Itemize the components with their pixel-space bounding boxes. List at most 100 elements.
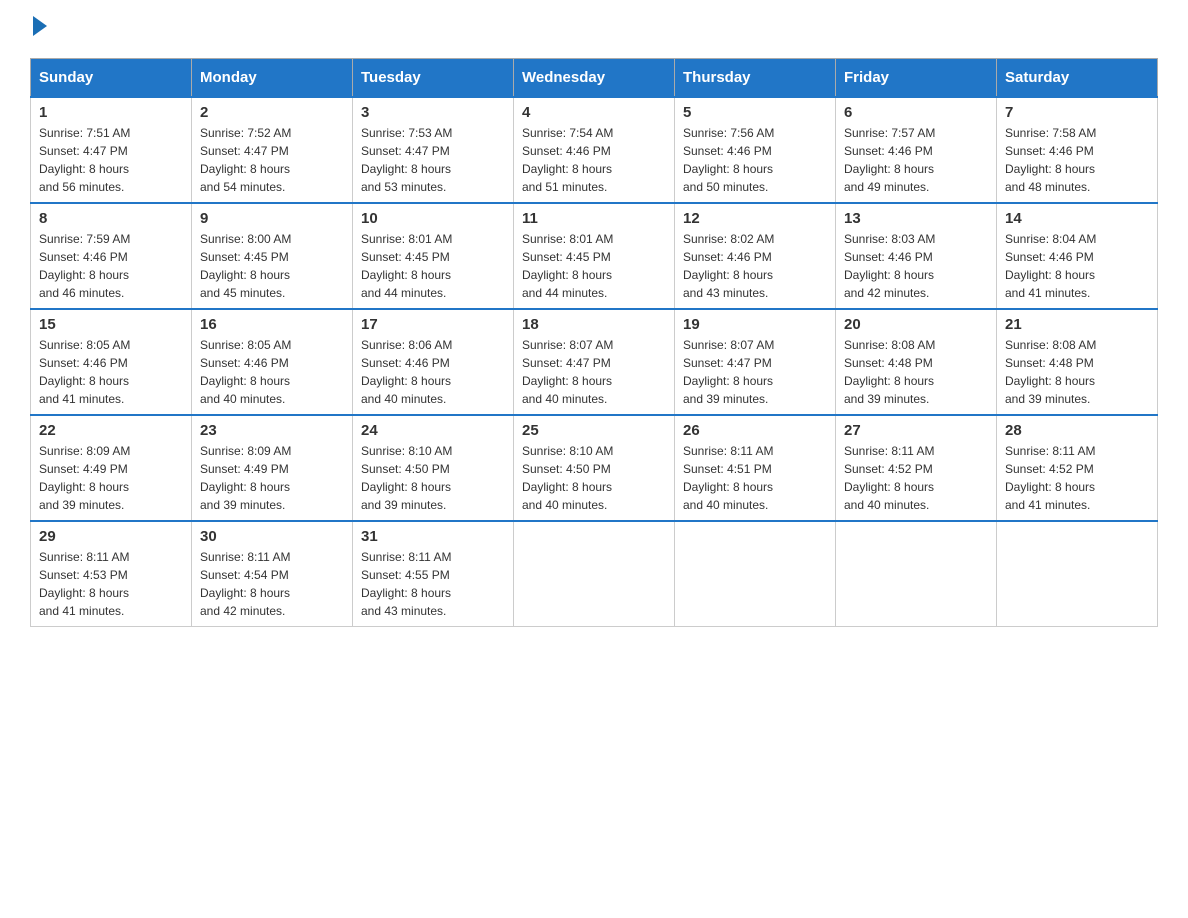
calendar-cell: 27 Sunrise: 8:11 AM Sunset: 4:52 PM Dayl… <box>836 415 997 521</box>
header-day-saturday: Saturday <box>997 59 1158 98</box>
calendar-cell: 20 Sunrise: 8:08 AM Sunset: 4:48 PM Dayl… <box>836 309 997 415</box>
day-number: 3 <box>361 104 505 121</box>
header-day-friday: Friday <box>836 59 997 98</box>
logo-arrow-icon <box>33 16 47 36</box>
day-info: Sunrise: 7:58 AM Sunset: 4:46 PM Dayligh… <box>1005 124 1149 196</box>
day-number: 21 <box>1005 316 1149 333</box>
day-number: 1 <box>39 104 183 121</box>
day-number: 23 <box>200 422 344 439</box>
day-info: Sunrise: 7:57 AM Sunset: 4:46 PM Dayligh… <box>844 124 988 196</box>
day-number: 30 <box>200 528 344 545</box>
day-info: Sunrise: 8:10 AM Sunset: 4:50 PM Dayligh… <box>522 442 666 514</box>
calendar-cell: 26 Sunrise: 8:11 AM Sunset: 4:51 PM Dayl… <box>675 415 836 521</box>
day-info: Sunrise: 8:07 AM Sunset: 4:47 PM Dayligh… <box>683 336 827 408</box>
calendar-cell: 23 Sunrise: 8:09 AM Sunset: 4:49 PM Dayl… <box>192 415 353 521</box>
day-info: Sunrise: 8:01 AM Sunset: 4:45 PM Dayligh… <box>522 230 666 302</box>
day-number: 27 <box>844 422 988 439</box>
header-day-tuesday: Tuesday <box>353 59 514 98</box>
calendar-cell: 24 Sunrise: 8:10 AM Sunset: 4:50 PM Dayl… <box>353 415 514 521</box>
day-number: 14 <box>1005 210 1149 227</box>
calendar-week-2: 8 Sunrise: 7:59 AM Sunset: 4:46 PM Dayli… <box>31 203 1158 309</box>
day-number: 4 <box>522 104 666 121</box>
calendar-cell: 30 Sunrise: 8:11 AM Sunset: 4:54 PM Dayl… <box>192 521 353 627</box>
day-info: Sunrise: 8:05 AM Sunset: 4:46 PM Dayligh… <box>39 336 183 408</box>
day-number: 18 <box>522 316 666 333</box>
day-number: 7 <box>1005 104 1149 121</box>
calendar-cell: 7 Sunrise: 7:58 AM Sunset: 4:46 PM Dayli… <box>997 97 1158 203</box>
calendar-cell: 4 Sunrise: 7:54 AM Sunset: 4:46 PM Dayli… <box>514 97 675 203</box>
day-number: 28 <box>1005 422 1149 439</box>
calendar-cell: 12 Sunrise: 8:02 AM Sunset: 4:46 PM Dayl… <box>675 203 836 309</box>
header-day-thursday: Thursday <box>675 59 836 98</box>
calendar-cell: 5 Sunrise: 7:56 AM Sunset: 4:46 PM Dayli… <box>675 97 836 203</box>
day-number: 20 <box>844 316 988 333</box>
calendar-cell: 22 Sunrise: 8:09 AM Sunset: 4:49 PM Dayl… <box>31 415 192 521</box>
calendar-cell: 17 Sunrise: 8:06 AM Sunset: 4:46 PM Dayl… <box>353 309 514 415</box>
calendar-cell <box>675 521 836 627</box>
day-info: Sunrise: 8:11 AM Sunset: 4:53 PM Dayligh… <box>39 548 183 620</box>
calendar-cell: 2 Sunrise: 7:52 AM Sunset: 4:47 PM Dayli… <box>192 97 353 203</box>
calendar-week-1: 1 Sunrise: 7:51 AM Sunset: 4:47 PM Dayli… <box>31 97 1158 203</box>
page-header <box>30 20 1158 38</box>
day-number: 13 <box>844 210 988 227</box>
calendar-header-row: SundayMondayTuesdayWednesdayThursdayFrid… <box>31 59 1158 98</box>
day-info: Sunrise: 8:07 AM Sunset: 4:47 PM Dayligh… <box>522 336 666 408</box>
calendar-week-4: 22 Sunrise: 8:09 AM Sunset: 4:49 PM Dayl… <box>31 415 1158 521</box>
calendar-cell: 19 Sunrise: 8:07 AM Sunset: 4:47 PM Dayl… <box>675 309 836 415</box>
day-number: 8 <box>39 210 183 227</box>
day-info: Sunrise: 8:11 AM Sunset: 4:54 PM Dayligh… <box>200 548 344 620</box>
calendar-cell: 31 Sunrise: 8:11 AM Sunset: 4:55 PM Dayl… <box>353 521 514 627</box>
calendar-week-3: 15 Sunrise: 8:05 AM Sunset: 4:46 PM Dayl… <box>31 309 1158 415</box>
calendar-cell: 9 Sunrise: 8:00 AM Sunset: 4:45 PM Dayli… <box>192 203 353 309</box>
calendar-cell: 10 Sunrise: 8:01 AM Sunset: 4:45 PM Dayl… <box>353 203 514 309</box>
day-info: Sunrise: 8:09 AM Sunset: 4:49 PM Dayligh… <box>200 442 344 514</box>
day-number: 22 <box>39 422 183 439</box>
calendar-cell: 8 Sunrise: 7:59 AM Sunset: 4:46 PM Dayli… <box>31 203 192 309</box>
day-number: 6 <box>844 104 988 121</box>
calendar-table: SundayMondayTuesdayWednesdayThursdayFrid… <box>30 58 1158 627</box>
day-info: Sunrise: 8:11 AM Sunset: 4:52 PM Dayligh… <box>844 442 988 514</box>
day-info: Sunrise: 8:06 AM Sunset: 4:46 PM Dayligh… <box>361 336 505 408</box>
calendar-cell: 1 Sunrise: 7:51 AM Sunset: 4:47 PM Dayli… <box>31 97 192 203</box>
calendar-cell <box>997 521 1158 627</box>
day-info: Sunrise: 8:00 AM Sunset: 4:45 PM Dayligh… <box>200 230 344 302</box>
calendar-cell: 21 Sunrise: 8:08 AM Sunset: 4:48 PM Dayl… <box>997 309 1158 415</box>
day-info: Sunrise: 8:09 AM Sunset: 4:49 PM Dayligh… <box>39 442 183 514</box>
day-info: Sunrise: 7:56 AM Sunset: 4:46 PM Dayligh… <box>683 124 827 196</box>
day-number: 2 <box>200 104 344 121</box>
day-number: 29 <box>39 528 183 545</box>
day-number: 12 <box>683 210 827 227</box>
calendar-cell: 6 Sunrise: 7:57 AM Sunset: 4:46 PM Dayli… <box>836 97 997 203</box>
calendar-cell: 11 Sunrise: 8:01 AM Sunset: 4:45 PM Dayl… <box>514 203 675 309</box>
calendar-cell <box>836 521 997 627</box>
calendar-cell <box>514 521 675 627</box>
calendar-cell: 25 Sunrise: 8:10 AM Sunset: 4:50 PM Dayl… <box>514 415 675 521</box>
day-number: 10 <box>361 210 505 227</box>
day-info: Sunrise: 7:59 AM Sunset: 4:46 PM Dayligh… <box>39 230 183 302</box>
day-number: 25 <box>522 422 666 439</box>
calendar-cell: 14 Sunrise: 8:04 AM Sunset: 4:46 PM Dayl… <box>997 203 1158 309</box>
calendar-cell: 28 Sunrise: 8:11 AM Sunset: 4:52 PM Dayl… <box>997 415 1158 521</box>
day-info: Sunrise: 8:11 AM Sunset: 4:55 PM Dayligh… <box>361 548 505 620</box>
day-info: Sunrise: 7:52 AM Sunset: 4:47 PM Dayligh… <box>200 124 344 196</box>
day-info: Sunrise: 8:02 AM Sunset: 4:46 PM Dayligh… <box>683 230 827 302</box>
day-info: Sunrise: 8:11 AM Sunset: 4:51 PM Dayligh… <box>683 442 827 514</box>
calendar-cell: 13 Sunrise: 8:03 AM Sunset: 4:46 PM Dayl… <box>836 203 997 309</box>
day-number: 11 <box>522 210 666 227</box>
calendar-cell: 18 Sunrise: 8:07 AM Sunset: 4:47 PM Dayl… <box>514 309 675 415</box>
day-number: 24 <box>361 422 505 439</box>
day-info: Sunrise: 7:51 AM Sunset: 4:47 PM Dayligh… <box>39 124 183 196</box>
day-number: 17 <box>361 316 505 333</box>
day-number: 26 <box>683 422 827 439</box>
calendar-cell: 29 Sunrise: 8:11 AM Sunset: 4:53 PM Dayl… <box>31 521 192 627</box>
calendar-week-5: 29 Sunrise: 8:11 AM Sunset: 4:53 PM Dayl… <box>31 521 1158 627</box>
day-number: 31 <box>361 528 505 545</box>
day-number: 9 <box>200 210 344 227</box>
day-info: Sunrise: 7:54 AM Sunset: 4:46 PM Dayligh… <box>522 124 666 196</box>
day-info: Sunrise: 8:10 AM Sunset: 4:50 PM Dayligh… <box>361 442 505 514</box>
header-day-wednesday: Wednesday <box>514 59 675 98</box>
header-day-monday: Monday <box>192 59 353 98</box>
calendar-cell: 16 Sunrise: 8:05 AM Sunset: 4:46 PM Dayl… <box>192 309 353 415</box>
day-info: Sunrise: 7:53 AM Sunset: 4:47 PM Dayligh… <box>361 124 505 196</box>
header-day-sunday: Sunday <box>31 59 192 98</box>
